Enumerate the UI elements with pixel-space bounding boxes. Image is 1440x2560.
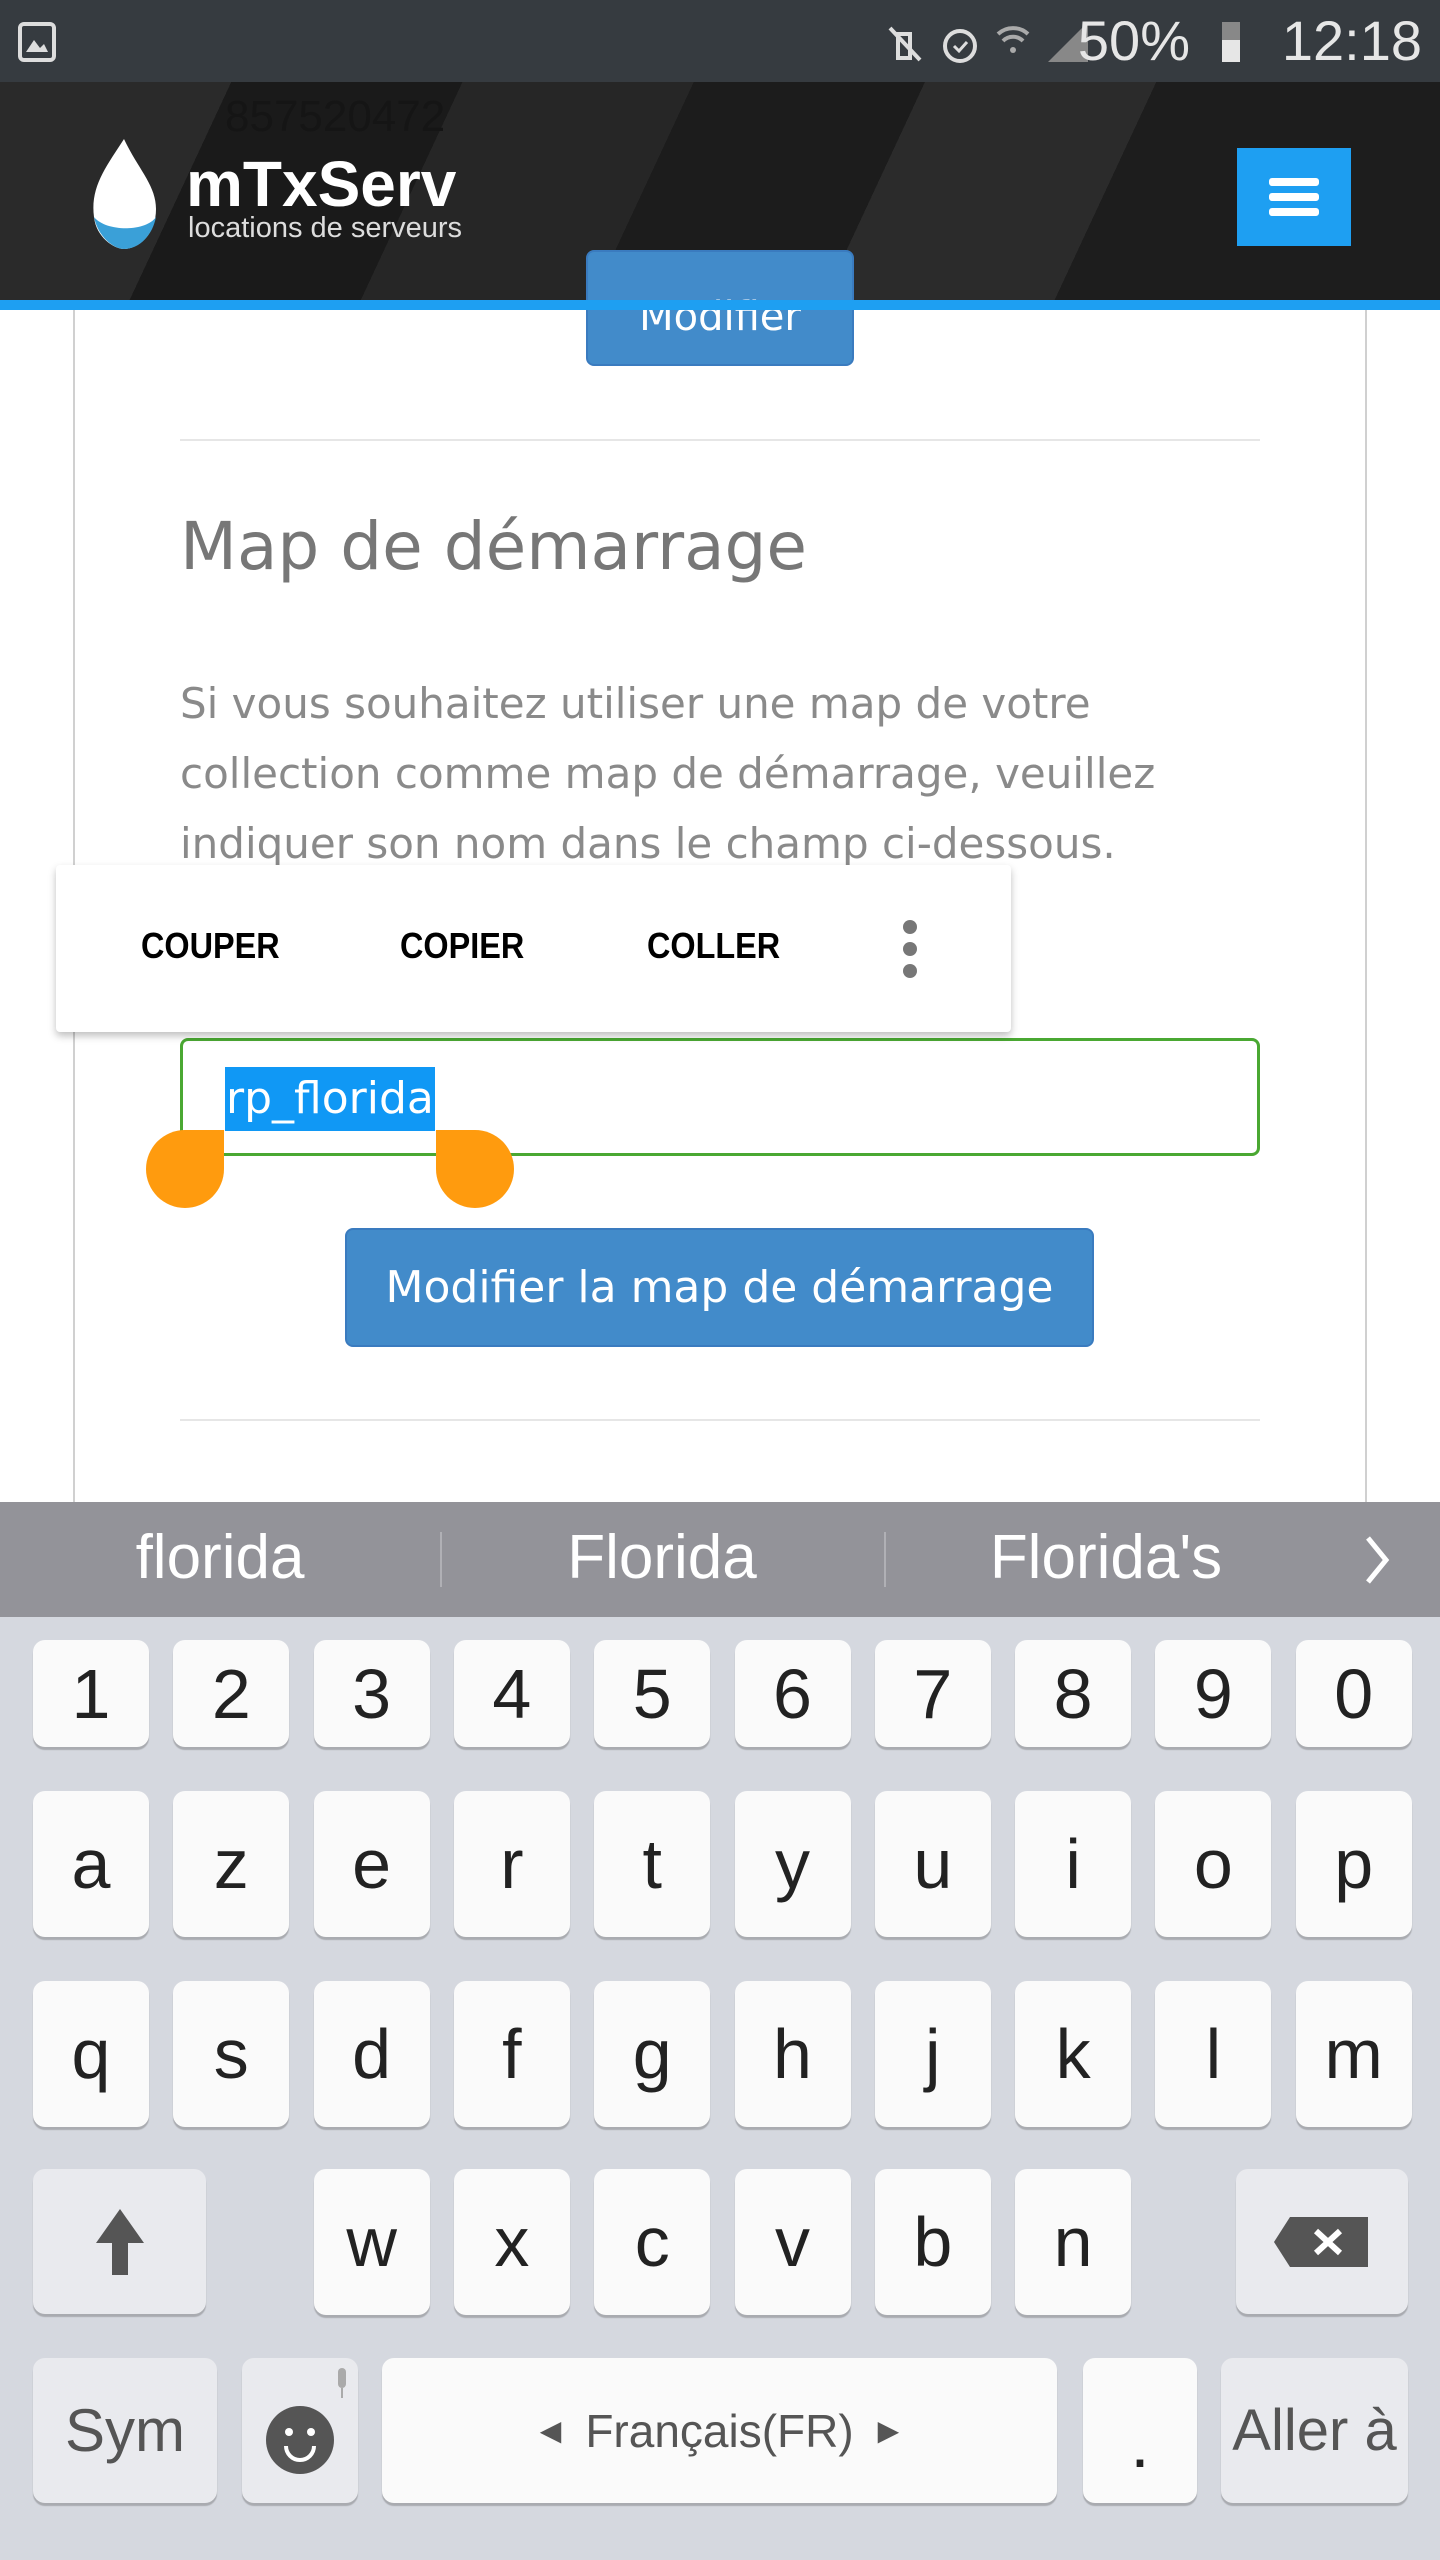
language-left-icon: ◀: [539, 2415, 562, 2446]
emoji-mic-icon: [266, 2368, 346, 2474]
status-bar: 50% 12:18: [0, 0, 1440, 82]
selected-text[interactable]: rp_florida: [225, 1067, 435, 1131]
battery-icon: [1222, 22, 1240, 62]
key-f[interactable]: f: [453, 1981, 570, 2127]
more-vert-icon[interactable]: [900, 917, 920, 981]
wifi-icon: [996, 26, 1030, 53]
key-3[interactable]: 3: [313, 1640, 430, 1747]
key-x[interactable]: x: [453, 2169, 570, 2315]
divider: [180, 1419, 1260, 1421]
text-selection-menu: COUPER COPIER COLLER: [56, 865, 1011, 1032]
key-l[interactable]: l: [1155, 1981, 1272, 2127]
key-o[interactable]: o: [1155, 1791, 1272, 1937]
gallery-icon: [18, 22, 56, 62]
hamburger-icon: [1269, 178, 1319, 216]
key-v[interactable]: v: [734, 2169, 851, 2315]
key-z[interactable]: z: [173, 1791, 290, 1937]
paste-button[interactable]: COLLER: [647, 925, 780, 967]
suggestion[interactable]: Florida's: [886, 1522, 1326, 1593]
suggestion-bar: florida Florida Florida's: [0, 1502, 1440, 1617]
header-accent-line: [0, 300, 1440, 310]
key-t[interactable]: t: [594, 1791, 711, 1937]
shift-key[interactable]: [33, 2169, 206, 2314]
key-w[interactable]: w: [313, 2169, 430, 2315]
key-2[interactable]: 2: [173, 1640, 290, 1747]
suggestion[interactable]: Florida: [442, 1522, 882, 1593]
key-n[interactable]: n: [1015, 2169, 1132, 2315]
key-g[interactable]: g: [594, 1981, 711, 2127]
vibrate-mute-icon: [888, 26, 922, 62]
logo-subtitle: locations de serveurs: [188, 212, 463, 244]
clock: 12:18: [1281, 9, 1422, 72]
key-y[interactable]: y: [734, 1791, 851, 1937]
key-d[interactable]: d: [313, 1981, 430, 2127]
key-e[interactable]: e: [313, 1791, 430, 1937]
space-key[interactable]: ◀ Français(FR) ▶: [382, 2358, 1057, 2503]
key-i[interactable]: i: [1015, 1791, 1132, 1937]
key-u[interactable]: u: [874, 1791, 991, 1937]
copy-button[interactable]: COPIER: [400, 925, 524, 967]
key-0[interactable]: 0: [1295, 1640, 1412, 1747]
selection-handle-left[interactable]: [146, 1130, 224, 1208]
key-j[interactable]: j: [874, 1981, 991, 2127]
key-4[interactable]: 4: [453, 1640, 570, 1747]
key-5[interactable]: 5: [594, 1640, 711, 1747]
language-right-icon: ▶: [877, 2415, 900, 2446]
key-m[interactable]: m: [1295, 1981, 1412, 2127]
key-c[interactable]: c: [594, 2169, 711, 2315]
emoji-key[interactable]: [242, 2358, 358, 2503]
backspace-icon: [1274, 2216, 1368, 2267]
menu-button[interactable]: [1237, 148, 1351, 246]
selection-handle-right[interactable]: [436, 1130, 514, 1208]
key-r[interactable]: r: [453, 1791, 570, 1937]
submit-start-map-button[interactable]: Modifier la map de démarrage: [345, 1228, 1094, 1347]
battery-percent: 50%: [1077, 9, 1190, 72]
key-q[interactable]: q: [33, 1981, 149, 2127]
key-k[interactable]: k: [1015, 1981, 1132, 2127]
key-a[interactable]: a: [33, 1791, 149, 1937]
key-p[interactable]: p: [1295, 1791, 1412, 1937]
key-h[interactable]: h: [734, 1981, 851, 2127]
key-9[interactable]: 9: [1155, 1640, 1272, 1747]
logo-flame-icon: [93, 139, 156, 249]
section-description: Si vous souhaitez utiliser une map de vo…: [180, 679, 1156, 868]
key-1[interactable]: 1: [33, 1640, 149, 1747]
background-number: 857520472: [225, 92, 446, 141]
period-key[interactable]: .: [1083, 2358, 1197, 2503]
key-b[interactable]: b: [874, 2169, 991, 2315]
shift-arrow-icon: [95, 2208, 144, 2275]
logo-title: mTxServ: [186, 148, 457, 220]
key-6[interactable]: 6: [734, 1640, 851, 1747]
sym-key[interactable]: Sym: [33, 2358, 217, 2503]
space-label: Français(FR): [585, 2404, 854, 2457]
alarm-icon: [943, 29, 977, 63]
chevron-right-icon[interactable]: [1362, 1534, 1392, 1586]
suggestion[interactable]: florida: [0, 1522, 440, 1593]
key-8[interactable]: 8: [1015, 1640, 1132, 1747]
section-heading: Map de démarrage: [180, 508, 808, 585]
divider: [180, 439, 1260, 441]
backspace-key[interactable]: [1236, 2169, 1408, 2314]
go-key[interactable]: Aller à: [1221, 2358, 1408, 2503]
cut-button[interactable]: COUPER: [141, 925, 280, 967]
key-7[interactable]: 7: [874, 1640, 991, 1747]
key-s[interactable]: s: [173, 1981, 290, 2127]
